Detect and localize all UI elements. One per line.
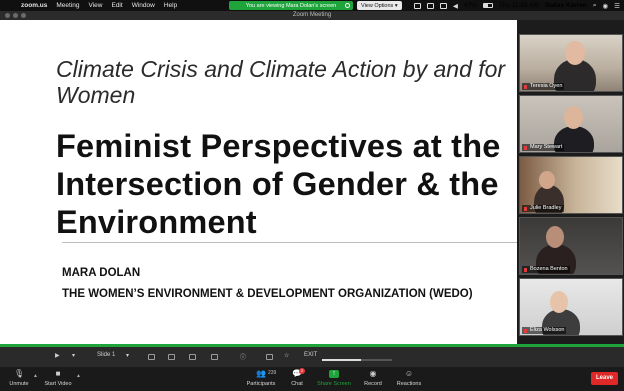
unmute-button[interactable]: 🎙 Unmute — [5, 367, 33, 391]
participant-name: Julie Bradley — [522, 205, 564, 212]
menu-view[interactable]: View — [89, 2, 103, 9]
slideshow-progress-fill — [322, 359, 361, 361]
slide-subtitle: Climate Crisis and Climate Action by and… — [56, 56, 506, 108]
record-label: Record — [364, 381, 382, 387]
menu-user-name[interactable]: Dallas Karren — [545, 2, 587, 9]
chat-label: Chat — [291, 381, 303, 387]
menu-help[interactable]: Help — [164, 2, 177, 9]
battery-percent: 47% — [463, 2, 477, 9]
fullscreen-icon[interactable] — [266, 354, 273, 360]
start-video-button[interactable]: ■ Start Video — [42, 367, 74, 391]
subtitles-icon[interactable] — [211, 354, 218, 360]
slides-grid-icon[interactable] — [148, 354, 155, 360]
siri-icon[interactable]: ◉ — [603, 2, 609, 10]
exit-slideshow[interactable]: EXIT — [304, 352, 317, 358]
video-tile[interactable]: Bozena Benton — [519, 217, 623, 275]
window-title-bar: Zoom Meeting — [0, 11, 624, 20]
battery-icon[interactable] — [482, 3, 493, 8]
share-screen-button[interactable]: ↑ Share Screen — [315, 367, 353, 391]
slide-organization: THE WOMEN’S ENVIRONMENT & DEVELOPMENT OR… — [62, 288, 473, 300]
view-options-label: View Options — [361, 2, 394, 9]
zoom-tray-icon[interactable] — [413, 2, 421, 9]
participant-name: Bozena Benton — [522, 266, 570, 273]
leave-meeting-button[interactable]: Leave — [591, 372, 618, 385]
slide-dropdown-caret[interactable]: ▾ — [72, 352, 75, 359]
share-screen-icon: ↑ — [329, 370, 339, 378]
play-icon[interactable]: ▶ — [55, 352, 60, 359]
unmute-label: Unmute — [9, 381, 29, 387]
slide-title: Feminist Perspectives at the Intersectio… — [56, 128, 501, 240]
banner-status-icon — [345, 3, 350, 8]
reactions-label: Reactions — [396, 381, 422, 387]
volume-icon[interactable]: ◀ — [453, 2, 458, 10]
chat-unread-badge: 2 — [299, 368, 305, 374]
start-video-label: Start Video — [44, 381, 72, 387]
slide-speaker-name: MARA DOLAN — [62, 267, 141, 279]
video-tile[interactable]: Eliza Wolsson — [519, 278, 623, 336]
video-options-caret[interactable]: ▲ — [76, 373, 81, 379]
participant-name: Teresia Oyen — [522, 83, 565, 90]
participant-name: Eliza Wolsson — [522, 327, 567, 334]
menu-app-name[interactable]: zoom.us — [21, 2, 47, 9]
notification-center-icon[interactable]: ☰ — [614, 2, 620, 10]
slide-selector-caret[interactable]: ▾ — [126, 352, 129, 359]
menu-clock[interactable]: Thu 11:58 AM — [499, 2, 539, 9]
muted-microphone-icon: 🎙 — [14, 369, 25, 378]
menu-meeting[interactable]: Meeting — [56, 2, 79, 9]
menu-edit[interactable]: Edit — [111, 2, 122, 9]
star-icon[interactable]: ☆ — [284, 352, 289, 359]
search-icon[interactable]: ⌕ — [593, 2, 597, 10]
video-tile[interactable]: Teresia Oyen — [519, 34, 623, 92]
close-window-icon[interactable] — [5, 13, 10, 18]
video-tile[interactable]: Mary Stewart — [519, 95, 623, 153]
participant-name: Mary Stewart — [522, 144, 565, 151]
menu-window[interactable]: Window — [132, 2, 155, 9]
meeting-toolbar: 🎙 Unmute ▲ ■ Start Video ▲ 👥 Participant… — [0, 367, 624, 391]
minimize-window-icon[interactable] — [13, 13, 18, 18]
view-options-button[interactable]: View Options ▾ — [357, 1, 402, 10]
slide-divider — [62, 242, 517, 243]
system-tray: ◀ 47% Thu 11:58 AM Dallas Karren ⌕ ◉ ☰ — [413, 0, 620, 11]
record-button[interactable]: ◉ Record — [361, 367, 385, 391]
slide-selector[interactable]: Slide 1 — [97, 352, 115, 358]
shared-screen-slide: Climate Crisis and Climate Action by and… — [0, 20, 517, 344]
viewing-screen-text: You are viewing Mara Dolan's screen — [245, 2, 337, 9]
reactions-icon: ☺ — [404, 369, 414, 378]
zoom-window-icon[interactable] — [21, 13, 26, 18]
record-icon: ◉ — [369, 369, 377, 378]
audio-options-caret[interactable]: ▲ — [33, 373, 38, 379]
reactions-button[interactable]: ☺ Reactions — [394, 367, 424, 391]
video-off-icon: ■ — [55, 369, 61, 378]
participants-label: Participants — [246, 381, 276, 387]
window-title: Zoom Meeting — [292, 12, 332, 18]
share-screen-label: Share Screen — [317, 381, 351, 387]
participant-video-strip: Teresia Oyen Mary Stewart Julie Bradley … — [517, 32, 624, 344]
presenter-controls-bar: ▶ ▾ Slide 1 ▾ ⓘ ☆ EXIT — [0, 347, 624, 367]
dropbox-icon[interactable] — [426, 2, 434, 9]
participants-icon: 👥 — [256, 369, 266, 378]
pen-icon[interactable] — [168, 354, 175, 360]
video-tile[interactable]: Julie Bradley — [519, 156, 623, 214]
viewing-screen-banner[interactable]: You are viewing Mara Dolan's screen — [229, 1, 353, 10]
slideshow-progress — [322, 359, 392, 361]
participant-count: 239 — [268, 370, 277, 376]
wifi-icon[interactable] — [439, 2, 447, 9]
info-icon[interactable]: ⓘ — [240, 352, 246, 361]
pointer-icon[interactable] — [189, 354, 196, 360]
